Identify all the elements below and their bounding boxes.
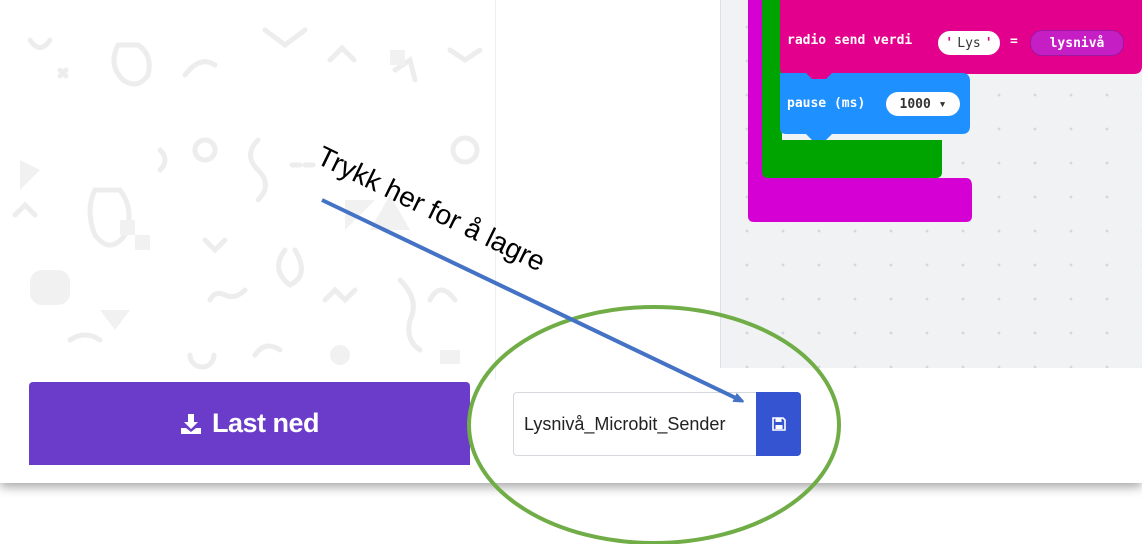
- download-label: Last ned: [211, 408, 320, 438]
- pause-value-dropdown[interactable]: 1000 ▾: [886, 92, 960, 116]
- pause-label: pause (ms): [787, 96, 866, 111]
- save-button[interactable]: [756, 392, 801, 456]
- equals-sign: =: [1010, 34, 1018, 49]
- string-value-pill[interactable]: ' Lys ': [938, 31, 1000, 55]
- panel-divider: [495, 0, 496, 380]
- makecode-editor-screenshot: radio send verdi ' Lys ' = lysnivå pause (…: [0, 0, 1142, 483]
- radio-send-label: radio send verdi: [787, 33, 913, 48]
- project-name-group: [513, 392, 801, 456]
- string-value-text: Lys: [957, 35, 981, 51]
- download-icon: [180, 413, 201, 434]
- save-icon: [771, 417, 786, 431]
- variable-pill[interactable]: lysnivå: [1030, 30, 1124, 56]
- project-name-input[interactable]: [513, 392, 756, 456]
- download-button[interactable]: Last ned: [29, 382, 470, 465]
